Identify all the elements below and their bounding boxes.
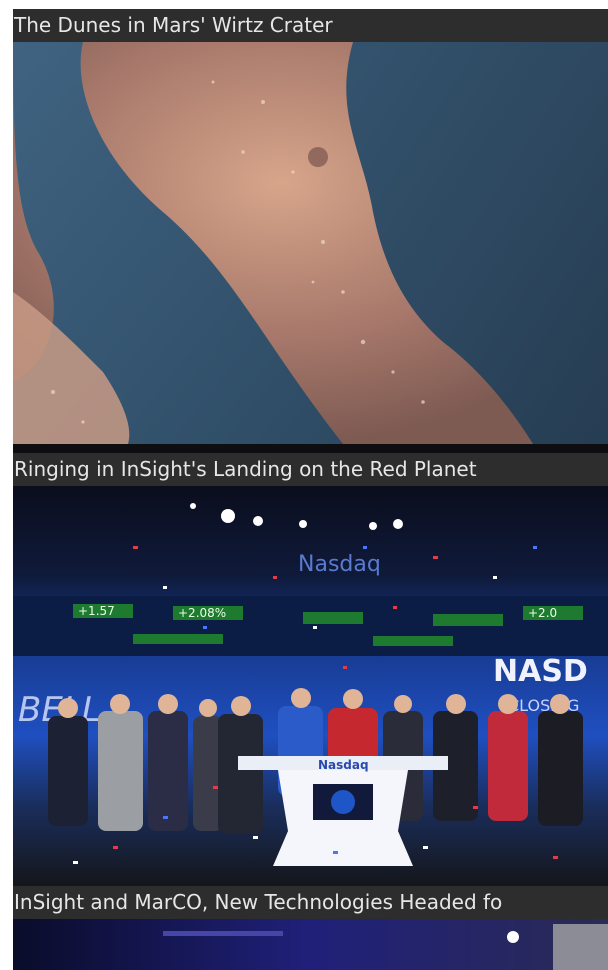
svg-text:+2.08%: +2.08%	[178, 606, 226, 620]
svg-text:NASD: NASD	[493, 654, 588, 689]
nasdaq-celebration-photo[interactable]: Nasdaq +1.57 +2.08% +2.0 BELL NASD CLOS	[13, 486, 608, 888]
feed-item-insight-landing[interactable]: Ringing in InSight's Landing on the Red …	[13, 453, 608, 888]
feed-item-caption[interactable]: Ringing in InSight's Landing on the Red …	[13, 453, 608, 486]
svg-text:+2.0: +2.0	[528, 606, 557, 620]
feed-item-caption[interactable]: The Dunes in Mars' Wirtz Crater	[13, 9, 608, 42]
mars-dunes-photo[interactable]	[13, 42, 608, 444]
news-image-feed: The Dunes in Mars' Wirtz Crater Ringing …	[13, 9, 608, 970]
spacecraft-photo[interactable]	[13, 919, 608, 970]
svg-text:+1.57: +1.57	[78, 604, 115, 618]
feed-item-insight-marco[interactable]: InSight and MarCO, New Technologies Head…	[13, 886, 608, 970]
feed-item-mars-dunes[interactable]: The Dunes in Mars' Wirtz Crater	[13, 9, 608, 444]
nasdaq-banner-text: Nasdaq	[298, 552, 381, 577]
svg-text:Nasdaq: Nasdaq	[318, 758, 369, 772]
feed-item-caption[interactable]: InSight and MarCO, New Technologies Head…	[13, 886, 608, 919]
